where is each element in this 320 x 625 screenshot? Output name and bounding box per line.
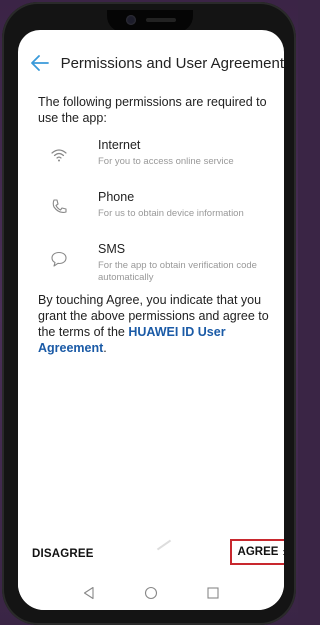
- sms-icon: [50, 250, 68, 268]
- agree-button[interactable]: AGREE ›: [230, 539, 284, 565]
- disagree-button[interactable]: DISAGREE: [32, 548, 94, 560]
- front-camera: [126, 15, 136, 25]
- wifi-icon: [50, 146, 68, 164]
- phone-icon: [50, 198, 68, 216]
- permission-desc: For us to obtain device information: [98, 208, 244, 219]
- nav-home-icon[interactable]: [141, 583, 161, 603]
- earpiece-speaker: [146, 18, 176, 22]
- permission-item-phone: Phone For us to obtain device informatio…: [38, 190, 278, 240]
- navigation-bar: [18, 576, 284, 610]
- permission-item-internet: Internet For you to access online servic…: [38, 138, 278, 188]
- agree-label: AGREE: [237, 546, 279, 558]
- page-title: Permissions and User Agreement: [60, 54, 284, 72]
- permission-name: Internet: [98, 138, 141, 152]
- back-arrow-icon[interactable]: [26, 48, 55, 78]
- permission-item-sms: SMS For the app to obtain verification c…: [38, 242, 278, 292]
- permission-name: SMS: [98, 242, 126, 256]
- phone-frame: Permissions and User Agreement The follo…: [2, 2, 296, 625]
- agreement-end: .: [103, 341, 107, 355]
- app-header: Permissions and User Agreement: [18, 48, 284, 78]
- nav-recents-icon[interactable]: [203, 583, 223, 603]
- screen: Permissions and User Agreement The follo…: [18, 30, 284, 610]
- chevron-right-icon: ›: [282, 545, 284, 559]
- screen-smudge: [156, 539, 172, 551]
- nav-back-icon[interactable]: [79, 583, 99, 603]
- permission-desc: For the app to obtain verification code …: [98, 260, 257, 283]
- permission-name: Phone: [98, 190, 135, 204]
- permission-desc: For you to access online service: [98, 156, 234, 167]
- intro-text: The following permissions are required t…: [38, 95, 267, 125]
- agreement-text: By touching Agree, you indicate that you…: [38, 292, 278, 356]
